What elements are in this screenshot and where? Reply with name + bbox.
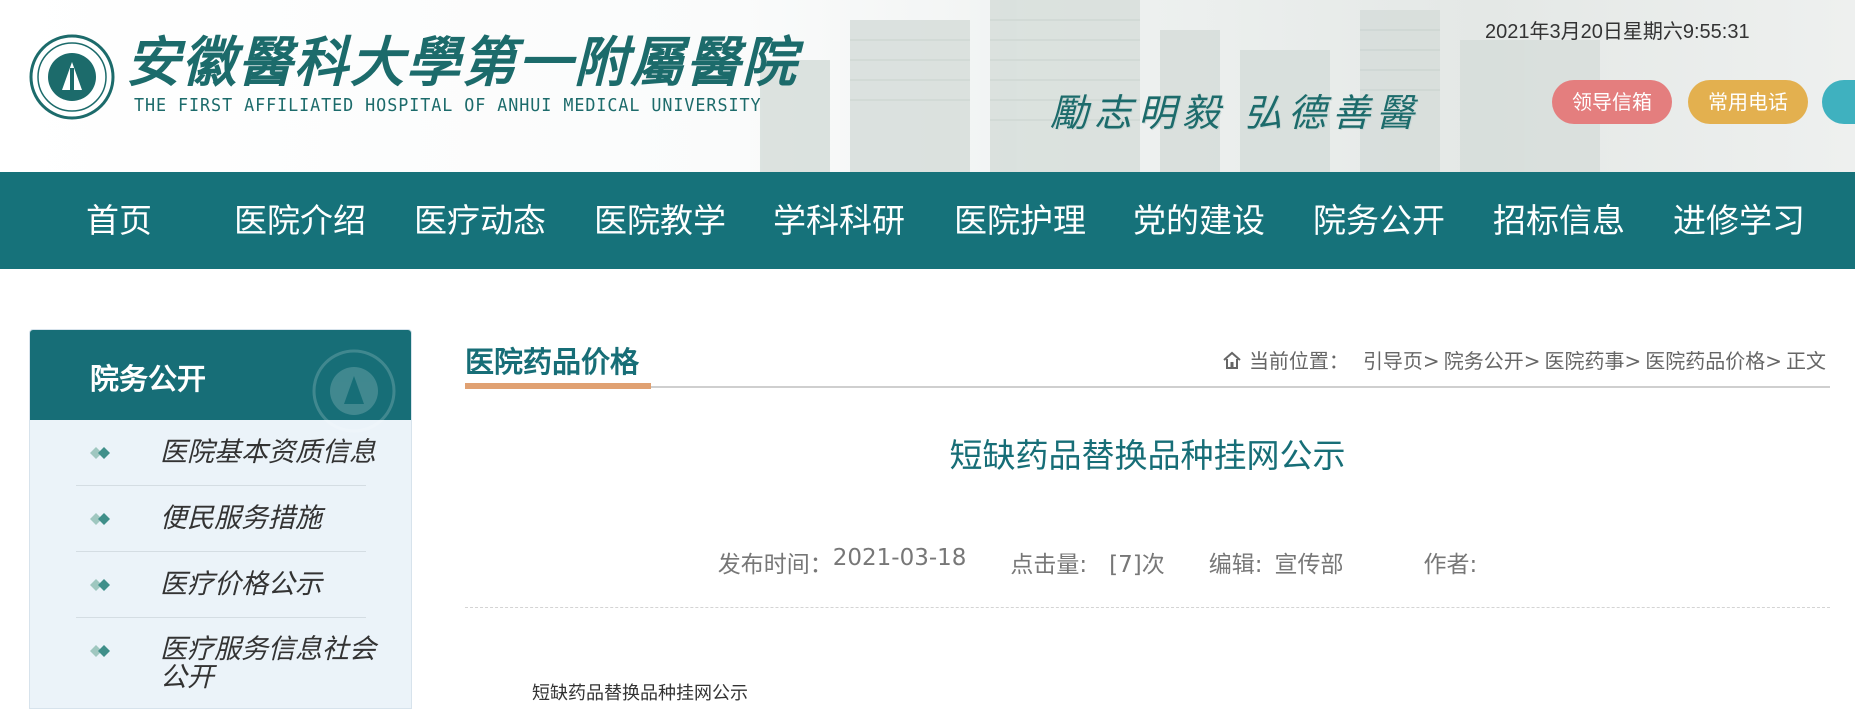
sidebar-item-basic-qualification[interactable]: 医院基本资质信息 [76, 420, 376, 486]
sidebar-item-service-info-public[interactable]: 医疗服务信息社会公开 [76, 618, 376, 708]
hits-value: [7]次 [1109, 552, 1165, 578]
sidebar-header: 院务公开 [30, 330, 411, 433]
section-title: 医院药品价格 [465, 345, 640, 379]
article-meta: 发布时间： 2021-03-18 点击量: [7]次 编辑: 宣传部 作者: [465, 545, 1830, 579]
sidebar-item-label: 医疗价格公示 [160, 569, 322, 600]
sidebar: 院务公开 医院基本资质信息 便民服务措施 医疗价格公示 医疗服务信息社会公开 [29, 329, 412, 709]
section-title-underline [465, 383, 651, 389]
publish-label: 发布时间： [717, 552, 833, 578]
nav-item-affairs-public[interactable]: 院务公开 [1313, 172, 1445, 269]
diamond-bullet-icon [90, 645, 110, 657]
hospital-emblem-icon [29, 34, 115, 120]
sidebar-item-convenience-services[interactable]: 便民服务措施 [76, 486, 366, 552]
hits-label: 点击量: [1010, 552, 1088, 578]
sidebar-title: 院务公开 [90, 362, 207, 396]
nav-item-nursing[interactable]: 医院护理 [954, 172, 1086, 269]
editor-label: 编辑: [1208, 552, 1263, 578]
diamond-bullet-icon [90, 447, 110, 459]
nav-item-research[interactable]: 学科科研 [773, 172, 905, 269]
breadcrumb-link-pharmacy[interactable]: 医院药事> [1544, 345, 1641, 374]
nav-item-bidding[interactable]: 招标信息 [1493, 172, 1625, 269]
home-icon [1223, 351, 1241, 369]
main-navigation: 首页 医院介绍 医疗动态 医院教学 学科科研 医院护理 党的建设 院务公开 招标… [0, 172, 1855, 269]
sidebar-menu: 医院基本资质信息 便民服务措施 医疗价格公示 医疗服务信息社会公开 [76, 420, 376, 708]
nav-item-home[interactable]: 首页 [86, 172, 152, 269]
sidebar-item-label: 医院基本资质信息 [160, 437, 376, 468]
diamond-bullet-icon [90, 513, 110, 525]
hospital-name-chinese: 安徽醫科大學第一附屬醫院 [126, 30, 798, 94]
editor-value: 宣传部 [1274, 552, 1344, 578]
sidebar-item-label: 便民服务措施 [160, 503, 322, 534]
diamond-bullet-icon [90, 579, 110, 591]
article-title: 短缺药品替换品种挂网公示 [949, 436, 1346, 475]
common-phone-button[interactable]: 常用电话 [1688, 80, 1808, 124]
breadcrumb-link-drug-price[interactable]: 医院药品价格> [1645, 345, 1782, 374]
author-label: 作者: [1423, 552, 1478, 578]
breadcrumb-prefix: 当前位置： [1248, 349, 1349, 373]
hospital-name-english: THE FIRST AFFILIATED HOSPITAL OF ANHUI M… [134, 95, 762, 116]
nav-item-hospital-intro[interactable]: 医院介绍 [234, 172, 366, 269]
nav-item-medical-news[interactable]: 医疗动态 [414, 172, 546, 269]
hospital-motto: 勵志明毅 弘德善醫 [1050, 91, 1421, 135]
header-extra-button[interactable] [1822, 80, 1855, 124]
publish-date: 2021-03-18 [832, 545, 967, 571]
breadcrumb-link-guide[interactable]: 引导页> [1363, 345, 1440, 374]
section-divider [465, 386, 1830, 388]
breadcrumb-link-affairs[interactable]: 院务公开> [1444, 345, 1541, 374]
breadcrumb-current: 正文 [1786, 349, 1826, 373]
nav-item-teaching[interactable]: 医院教学 [594, 172, 726, 269]
breadcrumb: 当前位置： 引导页> 院务公开> 医院药事> 医院药品价格> 正文 [1221, 345, 1830, 374]
sidebar-item-price-disclosure[interactable]: 医疗价格公示 [76, 552, 366, 618]
article-body-first-line: 短缺药品替换品种挂网公示 [532, 683, 748, 704]
meta-divider [465, 607, 1830, 608]
sidebar-item-label: 医疗服务信息社会公开 [160, 634, 376, 693]
nav-item-party-building[interactable]: 党的建设 [1133, 172, 1265, 269]
current-datetime: 2021年3月20日星期六9:55:31 [1485, 21, 1750, 43]
site-header: 安徽醫科大學第一附屬醫院 THE FIRST AFFILIATED HOSPIT… [0, 0, 1855, 172]
leader-mailbox-button[interactable]: 领导信箱 [1552, 80, 1672, 124]
nav-item-training[interactable]: 进修学习 [1673, 172, 1805, 269]
